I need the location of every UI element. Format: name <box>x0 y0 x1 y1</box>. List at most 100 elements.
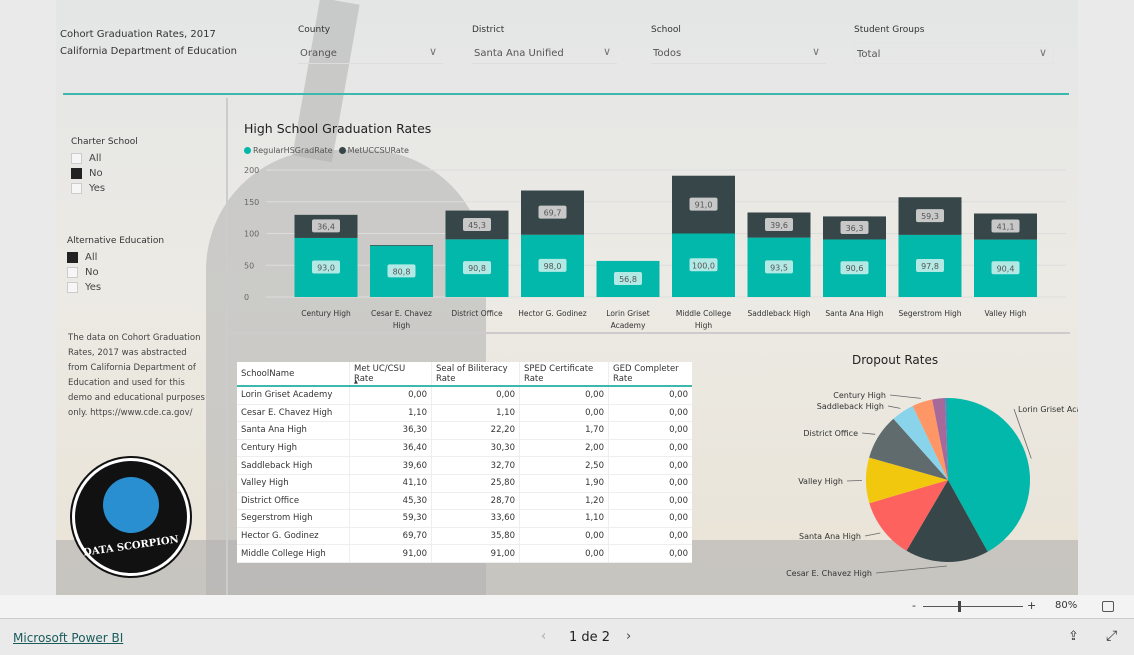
table-cell: 0,00 <box>669 460 688 471</box>
option-label: Yes <box>89 183 106 194</box>
x-tick-label: Lorin Griset <box>606 309 649 318</box>
zoom-slider[interactable] <box>923 606 1023 607</box>
bar-MetUCCSURate[interactable] <box>370 244 433 246</box>
x-tick-label: Valley High <box>985 309 1027 318</box>
report-canvas: Cohort Graduation Rates, 2017 California… <box>56 0 1078 595</box>
table-cell: 91,00 <box>432 545 520 562</box>
slicer-option-all[interactable]: All <box>67 250 164 265</box>
table-row[interactable]: Lorin Griset Academy 0,00 0,00 0,00 0,00 <box>237 387 692 405</box>
slicer-option-no[interactable]: No <box>71 166 138 181</box>
share-icon[interactable]: ⇪ <box>1068 629 1079 644</box>
table-row[interactable]: Middle College High 91,00 91,00 0,00 0,00 <box>237 545 692 563</box>
fullscreen-icon[interactable]: ⤢ <box>1106 628 1117 644</box>
table-cell: 0,00 <box>669 478 688 489</box>
data-label: 41,1 <box>997 223 1015 232</box>
legend-item: MetUCCSURate <box>338 146 409 155</box>
filter-value: Orange <box>300 48 337 59</box>
scorpion-icon <box>103 477 159 533</box>
slicer-option-no[interactable]: No <box>67 265 164 280</box>
prev-page-icon[interactable]: ‹ <box>541 629 546 644</box>
table-cell: 30,30 <box>432 439 520 457</box>
option-label: All <box>89 153 102 164</box>
table-cell: Segerstrom High <box>237 510 350 527</box>
title-line1: Cohort Graduation Rates, 2017 <box>60 29 216 40</box>
sort-ascending-icon: ▲ <box>354 379 358 385</box>
checkbox[interactable] <box>67 282 78 293</box>
checkbox[interactable] <box>71 183 82 194</box>
slicer-option-yes[interactable]: Yes <box>71 181 138 196</box>
zoom-bar: - + 80% <box>0 595 1134 619</box>
table-row[interactable]: Hector G. Godinez 69,70 35,80 0,00 0,00 <box>237 527 692 546</box>
data-label: 69,7 <box>544 209 562 218</box>
table-row[interactable]: Segerstrom High 59,30 33,60 1,10 0,00 <box>237 510 692 528</box>
slicer-option-all[interactable]: All <box>71 151 138 166</box>
legend-dot <box>244 147 251 154</box>
table-cell: 0,00 <box>669 531 688 542</box>
leader-line <box>887 405 901 409</box>
data-label: 80,8 <box>393 267 411 276</box>
leader-line <box>864 532 881 537</box>
y-tick-label: 150 <box>244 198 259 207</box>
alt-ed-slicer-label: Alternative Education <box>67 236 165 246</box>
header-divider <box>63 93 1069 95</box>
data-label: 36,3 <box>846 224 864 233</box>
table-cell: Lorin Griset Academy <box>237 387 350 404</box>
filter-dropdown-student-groups[interactable]: Total ∨ <box>854 42 1054 64</box>
legend-label: MetUCCSURate <box>347 146 409 155</box>
table-cell: 0,00 <box>669 513 688 524</box>
table-row[interactable]: Cesar E. Chavez High 1,10 1,10 0,00 0,00 <box>237 404 692 423</box>
report-title: Cohort Graduation Rates, 2017 California… <box>60 26 237 60</box>
bar-chart-legend: RegularHSGradRate MetUCCSURate <box>244 146 409 155</box>
table-cell: 45,30 <box>350 492 432 510</box>
zoom-out-button[interactable]: - <box>912 599 916 612</box>
table-cell: 33,60 <box>432 510 520 527</box>
filter-dropdown-district[interactable]: Santa Ana Unified ∨ <box>472 42 617 64</box>
slicer-option-yes[interactable]: Yes <box>67 280 164 295</box>
dropout-pie-chart: Lorin Griset Academy Cesar E. Chavez High… <box>786 391 1078 578</box>
column-header[interactable]: Met UC/CSU Rate ▲ <box>350 362 432 385</box>
title-line2: California Department of Education <box>60 46 237 57</box>
filter-value: Todos <box>653 48 682 59</box>
data-label: 91,0 <box>695 201 713 210</box>
table-row[interactable]: Century High 36,40 30,30 2,00 0,00 <box>237 439 692 458</box>
charter-slicer: Charter School All No Yes <box>71 137 138 196</box>
table-cell: 0,00 <box>520 387 609 404</box>
zoom-slider-handle[interactable] <box>958 601 961 612</box>
graduation-bar-chart: 0 50 100 150 200 93,0 36,4 Century High 80,8 Cesa… <box>244 166 1066 330</box>
table-cell: 36,40 <box>350 439 432 457</box>
table-cell: 2,50 <box>520 457 609 474</box>
table-row[interactable]: Saddleback High 39,60 32,70 2,50 0,00 <box>237 457 692 475</box>
column-header[interactable]: GED Completer Rate <box>609 362 692 385</box>
page-indicator: 1 de 2 <box>569 630 611 645</box>
checkbox[interactable] <box>71 168 82 179</box>
x-tick-label: Cesar E. Chavez <box>371 309 432 318</box>
school-rates-table: SchoolName Met UC/CSU Rate ▲ Seal of Bilite… <box>237 362 692 563</box>
chevron-down-icon: ∨ <box>1038 46 1047 59</box>
zoom-in-button[interactable]: + <box>1027 599 1036 612</box>
column-header[interactable]: Seal of Biliteracy Rate <box>432 362 520 385</box>
table-row[interactable]: Santa Ana High 36,30 22,20 1,70 0,00 <box>237 422 692 440</box>
fit-page-icon[interactable] <box>1102 601 1114 612</box>
table-cell: 36,30 <box>350 422 432 439</box>
filter-dropdown-school[interactable]: Todos ∨ <box>651 42 826 64</box>
x-tick-label: Century High <box>301 309 351 318</box>
filter-label-student-groups: Student Groups <box>854 25 925 35</box>
charter-slicer-label: Charter School <box>71 137 138 147</box>
filter-dropdown-county[interactable]: Orange ∨ <box>298 42 443 64</box>
leader-line <box>875 565 947 574</box>
column-header[interactable]: SPED Certificate Rate <box>520 362 609 385</box>
powerbi-link[interactable]: Microsoft Power BI <box>13 631 123 645</box>
checkbox[interactable] <box>67 252 78 263</box>
legend-dot <box>338 147 346 154</box>
table-row[interactable]: District Office 45,30 28,70 1,20 0,00 <box>237 492 692 511</box>
checkbox[interactable] <box>67 267 78 278</box>
column-header[interactable]: SchoolName <box>237 362 350 385</box>
data-label: 90,4 <box>997 264 1015 273</box>
x-tick-label: Santa Ana High <box>825 309 883 318</box>
zoom-level: 80% <box>1055 600 1078 611</box>
table-row[interactable]: Valley High 41,10 25,80 1,90 0,00 <box>237 474 692 493</box>
next-page-icon[interactable]: › <box>626 629 631 644</box>
table-cell: 1,20 <box>520 492 609 510</box>
table-cell: 0,00 <box>669 548 688 559</box>
checkbox[interactable] <box>71 153 82 164</box>
